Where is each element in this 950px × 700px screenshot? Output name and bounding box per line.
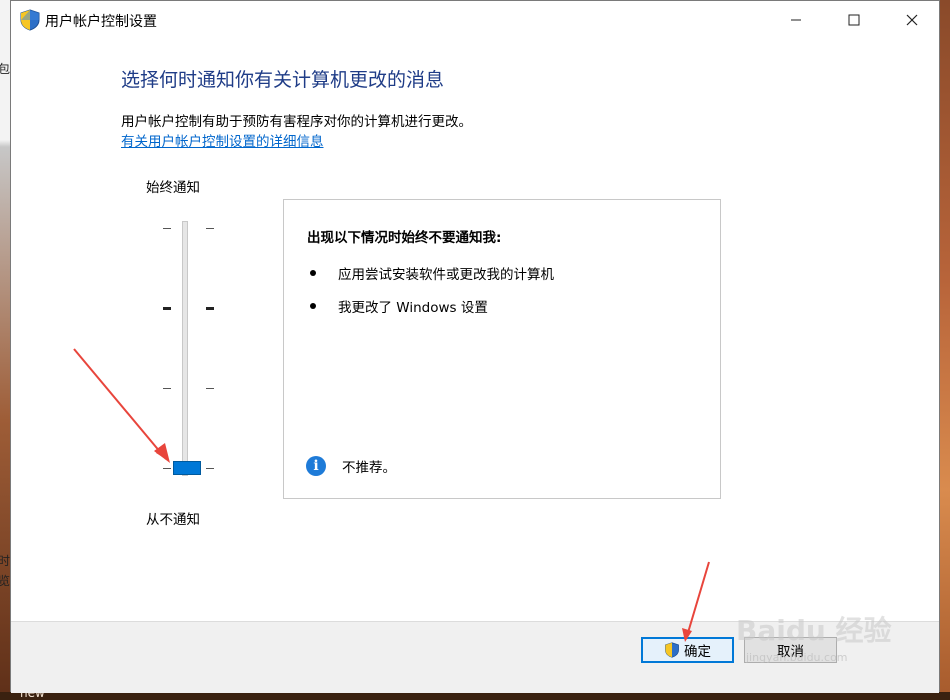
cancel-button-label: 取消 (777, 644, 804, 660)
slider-top-label: 始终通知 (146, 180, 200, 196)
slider-tick-left (163, 307, 171, 310)
ok-button-label: 确定 (684, 644, 711, 660)
minimize-icon (791, 19, 801, 21)
notification-level-slider-track[interactable] (182, 221, 188, 476)
slider-tick-right (206, 468, 214, 469)
desktop-background-left: 包 时 览 (0, 0, 10, 700)
notice-text: 不推荐。 (342, 460, 396, 476)
list-item: 应用尝试安装软件或更改我的计算机 (310, 263, 554, 283)
annotation-arrow (73, 348, 170, 463)
maximize-icon (848, 14, 860, 26)
notification-level-slider-thumb[interactable] (173, 461, 201, 475)
list-item-text: 我更改了 Windows 设置 (338, 300, 488, 316)
info-icon: i (306, 456, 326, 476)
level-description-panel: 出现以下情况时始终不要通知我: 应用尝试安装软件或更改我的计算机 我更改了 Wi… (283, 199, 721, 499)
minimize-button[interactable] (767, 1, 825, 39)
page-heading: 选择何时通知你有关计算机更改的消息 (121, 69, 445, 91)
recommendation-notice: i 不推荐。 (306, 456, 396, 476)
uac-details-link[interactable]: 有关用户帐户控制设置的详细信息 (121, 130, 324, 150)
list-item: 我更改了 Windows 设置 (310, 296, 488, 316)
uac-shield-icon (20, 9, 40, 31)
bullet-icon (310, 270, 316, 276)
desktop-text-fragment: 览 (0, 574, 11, 588)
close-icon (906, 14, 918, 26)
cancel-button[interactable]: 取消 (744, 637, 837, 663)
panel-title: 出现以下情况时始终不要通知我: (307, 230, 502, 246)
title-bar[interactable]: 用户帐户控制设置 (11, 1, 939, 39)
window-title: 用户帐户控制设置 (45, 14, 157, 30)
slider-bottom-label: 从不通知 (146, 512, 200, 528)
bullet-icon (310, 303, 316, 309)
slider-tick-right (206, 228, 214, 229)
page-description: 用户帐户控制有助于预防有害程序对你的计算机进行更改。 (121, 114, 472, 130)
slider-tick-left (163, 388, 171, 389)
slider-tick-left (163, 468, 171, 469)
desktop-text-fragment: 包 (0, 62, 11, 76)
slider-tick-left (163, 228, 171, 229)
slider-tick-right (206, 307, 214, 310)
ok-button[interactable]: 确定 (641, 637, 734, 663)
uac-settings-window: 用户帐户控制设置 选择何时通知你有关计算机更改的消息 用户帐户控制有助于预防有害… (10, 0, 940, 693)
desktop-text-fragment: 时 (0, 554, 11, 568)
list-item-text: 应用尝试安装软件或更改我的计算机 (338, 267, 554, 283)
slider-tick-right (206, 388, 214, 389)
uac-shield-icon (665, 642, 679, 658)
maximize-button[interactable] (825, 1, 883, 39)
desktop-background-bottom: new (0, 686, 950, 700)
close-button[interactable] (883, 1, 941, 39)
